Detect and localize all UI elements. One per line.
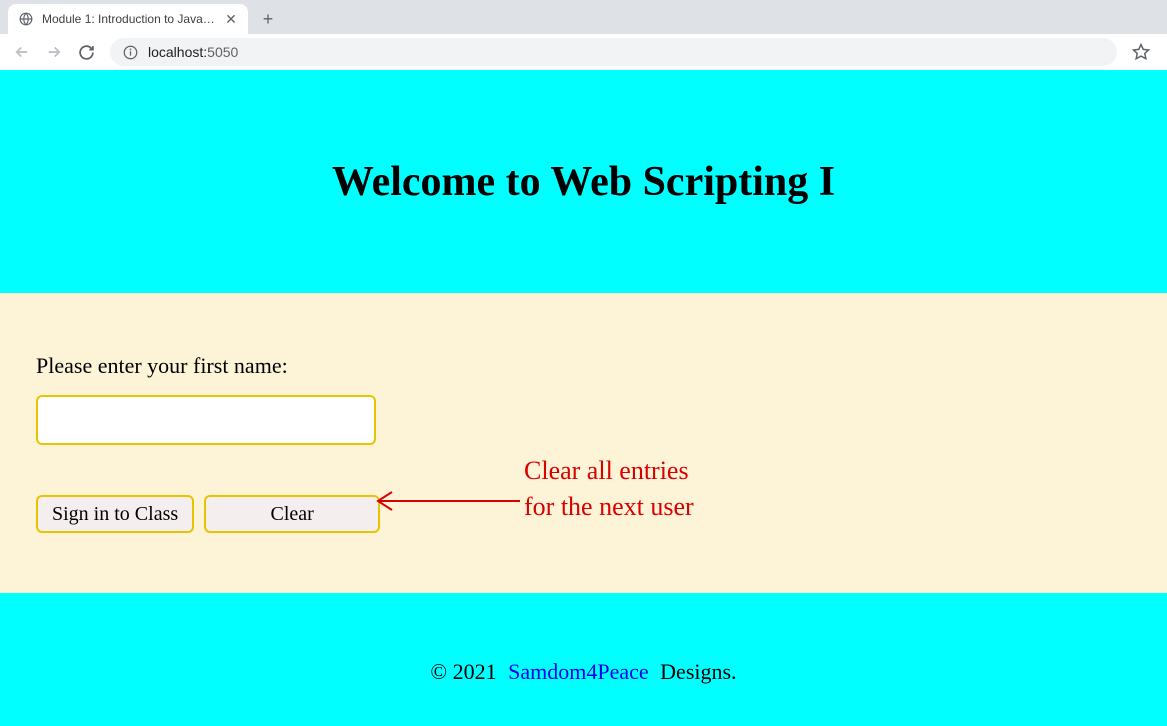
button-row: Sign in to Class Clear — [36, 495, 1131, 533]
browser-tab[interactable]: Module 1: Introduction to JavaSc ✕ — [8, 4, 248, 34]
signin-button[interactable]: Sign in to Class — [36, 495, 194, 533]
name-input[interactable] — [36, 395, 376, 445]
url-text: localhost:5050 — [148, 44, 238, 60]
footer-text: © 2021 Samdom4Peace Designs. — [430, 659, 736, 685]
close-icon[interactable]: ✕ — [224, 12, 238, 26]
info-icon — [122, 44, 138, 60]
browser-chrome: Module 1: Introduction to JavaSc ✕ + loc… — [0, 0, 1167, 70]
forward-button[interactable] — [40, 38, 68, 66]
new-tab-button[interactable]: + — [254, 5, 282, 33]
bookmark-button[interactable] — [1127, 38, 1155, 66]
tab-title: Module 1: Introduction to JavaSc — [42, 12, 216, 26]
page-content: Welcome to Web Scripting I Please enter … — [0, 70, 1167, 726]
footer-link[interactable]: Samdom4Peace — [508, 659, 649, 684]
globe-icon — [18, 11, 34, 27]
header-banner: Welcome to Web Scripting I — [0, 70, 1167, 293]
form-section: Please enter your first name: Sign in to… — [0, 293, 1167, 593]
page-title: Welcome to Web Scripting I — [332, 158, 835, 206]
name-label: Please enter your first name: — [36, 353, 1131, 379]
tab-bar: Module 1: Introduction to JavaSc ✕ + — [0, 0, 1167, 34]
browser-toolbar: localhost:5050 — [0, 34, 1167, 70]
back-button[interactable] — [8, 38, 36, 66]
reload-button[interactable] — [72, 38, 100, 66]
address-bar[interactable]: localhost:5050 — [110, 38, 1117, 66]
clear-button[interactable]: Clear — [204, 495, 380, 533]
footer-banner: © 2021 Samdom4Peace Designs. — [0, 593, 1167, 726]
